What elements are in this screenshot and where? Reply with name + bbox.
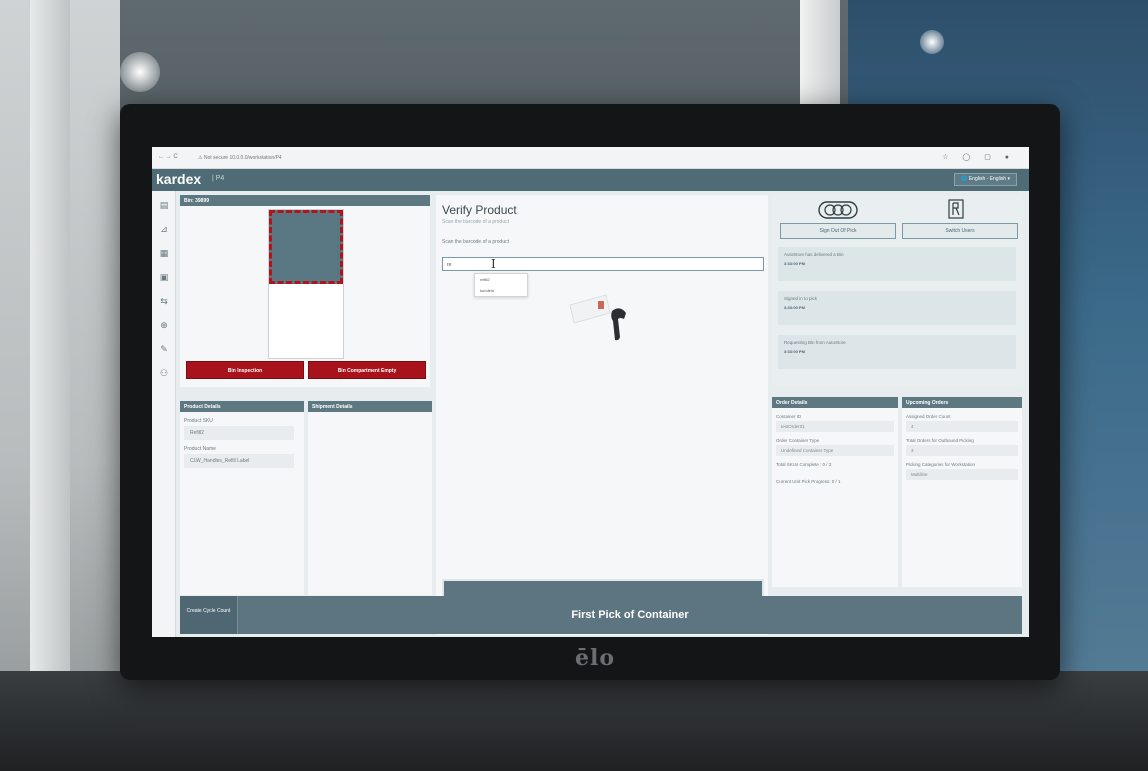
- notification-card: Signed in to pick 3:33:00 PM: [778, 291, 1016, 325]
- barcode-scanner-icon: [569, 294, 626, 341]
- notification-time: 3:33:00 PM: [784, 261, 805, 266]
- monitor-brand-logo: ēlo: [575, 645, 616, 671]
- address-bar[interactable]: ⚠ Not secure 10.0.0.0/workstation/P4: [198, 155, 282, 161]
- picking-categories-value: Multiline: [906, 469, 1018, 480]
- autocomplete-item[interactable]: refill2: [475, 274, 527, 285]
- pick-status-title: First Pick of Container: [571, 609, 689, 621]
- app-body: ▤ ⊿ ▦ ▣ ⇆ ⊕ ✎ ⚇ Bin: 39899 Bin Inspectio…: [152, 191, 1029, 637]
- create-cycle-count-button[interactable]: Create Cycle Count: [180, 596, 238, 634]
- calendar-icon[interactable]: ▦: [158, 247, 170, 259]
- left-nav-rail: ▤ ⊿ ▦ ▣ ⇆ ⊕ ✎ ⚇: [152, 191, 176, 637]
- kardex-logo: kardex: [156, 171, 202, 187]
- background-pole-left: [30, 0, 70, 771]
- upcoming-orders-panel: Upcoming Orders Assigned Order Count 4 T…: [902, 397, 1022, 587]
- assigned-order-count-label: Assigned Order Count: [906, 414, 951, 419]
- text-cursor-icon: I: [491, 257, 496, 271]
- bin-title: Bin: 39899: [180, 195, 430, 206]
- pick-mode-icon: [818, 201, 858, 219]
- chart-icon[interactable]: ⊿: [158, 223, 170, 235]
- product-sku-label: Product SKU: [184, 418, 213, 424]
- product-details-title: Product Details: [180, 401, 304, 412]
- bin-diagram: [268, 209, 344, 359]
- app-header: kardex | P4 🌐 English - English ▾: [152, 169, 1029, 191]
- background-floor: [0, 671, 1148, 771]
- autocomplete-list: refill2 kundeln: [474, 273, 528, 297]
- grid-icon[interactable]: ▣: [158, 271, 170, 283]
- container-id-label: Container ID: [776, 414, 802, 419]
- outbound-orders-label: Total Orders for Outbound Picking: [906, 438, 974, 443]
- bin-compartment-active[interactable]: [269, 210, 343, 284]
- verify-product-title: Verify Product: [442, 203, 517, 217]
- notification-text: AutoStore has delivered a Bin: [784, 252, 844, 257]
- switch-users-button[interactable]: Switch Users: [902, 223, 1018, 239]
- shipment-details-title: Shipment Details: [308, 401, 432, 412]
- background-light: [920, 30, 944, 54]
- container-type-label: Order Container Type: [776, 438, 820, 443]
- dashboard-icon[interactable]: ▤: [158, 199, 170, 211]
- notification-card: Requesting Bin from AutoStore 3:33:00 PM: [778, 335, 1016, 369]
- workstation-label: | P4: [212, 175, 225, 182]
- order-details-title: Order Details: [772, 397, 898, 408]
- shipment-details-panel: Shipment Details: [308, 401, 432, 595]
- bin-panel: Bin: 39899 Bin Inspection Bin Compartmen…: [180, 195, 430, 387]
- container-id-value: testOrder01: [776, 421, 894, 432]
- notification-text: Requesting Bin from AutoStore: [784, 340, 846, 345]
- transfer-icon[interactable]: ⇆: [158, 295, 170, 307]
- verify-product-panel: Verify Product Scan the barcode of a pro…: [436, 195, 768, 635]
- container-type-value: Undefined Container Type: [776, 445, 894, 456]
- verify-product-subtitle: Scan the barcode of a product: [442, 219, 509, 225]
- outbound-orders-value: 3: [906, 445, 1018, 456]
- user-badge-icon: [948, 199, 964, 219]
- product-name-value: CLW_Handles_Refill Label: [184, 454, 294, 468]
- autocomplete-item[interactable]: kundeln: [475, 285, 527, 296]
- footer-bar: Create Cycle Count First Pick of Contain…: [180, 596, 1022, 634]
- notification-text: Signed in to pick: [784, 296, 818, 301]
- globe-icon[interactable]: ⊕: [158, 319, 170, 331]
- bin-inspection-button[interactable]: Bin Inspection: [186, 361, 304, 379]
- bin-compartment-empty-button[interactable]: Bin Compartment Empty: [308, 361, 426, 379]
- picking-categories-label: Picking Categories for Workstation: [906, 462, 975, 467]
- product-name-label: Product Name: [184, 446, 216, 452]
- browser-toolbar: ← → C ⚠ Not secure 10.0.0.0/workstation/…: [152, 147, 1029, 169]
- skus-complete: Total SKUs Complete : 0 / 3: [776, 462, 832, 467]
- sign-out-of-pick-button[interactable]: Sign Out Of Pick: [780, 223, 896, 239]
- browser-nav-buttons[interactable]: ← → C: [158, 154, 178, 160]
- product-sku-value: Refill2: [184, 426, 294, 440]
- screen: ← → C ⚠ Not secure 10.0.0.0/workstation/…: [152, 147, 1029, 637]
- upcoming-orders-title: Upcoming Orders: [902, 397, 1022, 408]
- notification-time: 3:33:00 PM: [784, 305, 805, 310]
- notification-card: AutoStore has delivered a Bin 3:33:00 PM: [778, 247, 1016, 281]
- product-details-panel: Product Details Product SKU Refill2 Prod…: [180, 401, 304, 595]
- network-icon[interactable]: ⚇: [158, 367, 170, 379]
- order-details-panel: Order Details Container ID testOrder01 O…: [772, 397, 898, 587]
- browser-tools[interactable]: ☆ ◯ ▢ ●: [942, 153, 1015, 161]
- assigned-order-count-value: 4: [906, 421, 1018, 432]
- right-status-panel: Sign Out Of Pick Switch Users AutoStore …: [772, 195, 1022, 385]
- unit-pick-progress: Current Unit Pick Progress: 0 / 1: [776, 479, 841, 484]
- language-selector[interactable]: 🌐 English - English ▾: [954, 173, 1017, 186]
- wrench-icon[interactable]: ✎: [158, 343, 170, 355]
- notification-time: 3:33:00 PM: [784, 349, 805, 354]
- background-light: [120, 52, 160, 92]
- scan-instruction-label: Scan the barcode of a product: [442, 239, 509, 245]
